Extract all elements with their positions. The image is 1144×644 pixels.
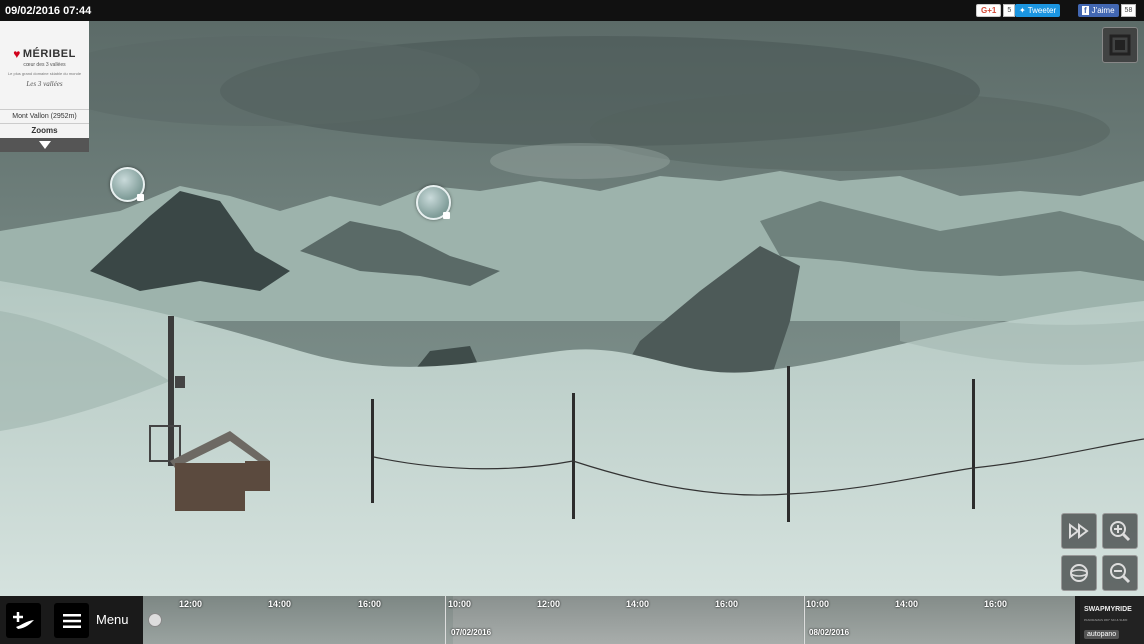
date-label: 08/02/2016 [809,628,850,637]
play-timelapse-icon[interactable] [148,613,162,627]
top-bar: 09/02/2016 07:44 [0,0,1144,21]
time-label[interactable]: 14:00 [895,599,918,609]
facebook-group[interactable]: f J'aime 58 [1078,4,1137,17]
add-favorite-button[interactable] [6,603,41,638]
time-label[interactable]: 14:00 [626,599,649,609]
twitter-group[interactable]: ✦ Tweeter [1015,4,1061,17]
brand-text: MÉRIBEL [22,47,76,60]
day-divider [445,596,446,644]
swapmyride-text: SWAPMYRIDE [1084,606,1132,613]
time-label[interactable]: 10:00 [806,599,829,609]
swapmyride-subtitle: PANORAMAS 360° SKI & SURF [1084,618,1128,622]
fast-forward-icon [1069,523,1089,539]
timeline-strip[interactable]: 12:00 14:00 16:00 10:00 12:00 14:00 16:0… [143,596,1075,644]
facebook-icon: f [1082,6,1089,15]
heart-logo-icon: ♥ [13,46,21,61]
gyroscope-icon [1070,564,1088,582]
brand-name: ♥ MÉRIBEL [13,47,76,61]
day-divider [804,596,805,644]
time-label[interactable]: 12:00 [179,599,202,609]
facebook-count: 58 [1120,4,1137,17]
menu-button[interactable] [54,603,89,638]
resort-logo[interactable]: ♥ MÉRIBEL cœur des 3 vallées Le plus gra… [0,21,89,109]
panorama-image [0,21,1144,596]
zoom-out-icon [1110,563,1131,584]
time-label[interactable]: 12:00 [537,599,560,609]
facebook-like-button[interactable]: f J'aime [1078,4,1119,17]
plus-icon [137,194,144,201]
date-label: 07/02/2016 [451,628,492,637]
brand-tagline: Le plus grand domaine skiable du monde [7,70,82,76]
autopano-badge: autopano [1084,630,1120,639]
time-label[interactable]: 16:00 [715,599,738,609]
time-label[interactable]: 16:00 [984,599,1007,609]
zoom-hotspot-left[interactable] [110,167,145,202]
zooms-label: Zooms [0,123,89,138]
zooms-toggle-button[interactable] [0,138,89,152]
time-label[interactable]: 16:00 [358,599,381,609]
panorama-view[interactable] [0,21,1144,596]
brand-subtitle: cœur des 3 vallées [23,61,66,68]
gplus-button[interactable]: G+1 [976,4,1002,17]
gplus-count: 5 [1003,4,1016,17]
menu-label[interactable]: Menu [96,612,129,627]
fullscreen-icon [1109,34,1131,56]
autoplay-button[interactable] [1061,513,1097,549]
add-bird-icon [12,611,34,629]
gplus-group[interactable]: G+1 5 [976,4,1016,17]
twitter-button[interactable]: ✦ Tweeter [1015,4,1061,17]
time-label[interactable]: 10:00 [448,599,471,609]
capture-datetime: 09/02/2016 07:44 [5,4,92,17]
logo-panel: ♥ MÉRIBEL cœur des 3 vallées Le plus gra… [0,21,89,152]
twitter-label: Tweeter [1027,6,1057,15]
plus-icon [443,212,450,219]
gyroscope-button[interactable] [1061,555,1097,591]
facebook-label: J'aime [1091,6,1115,15]
zoom-in-icon [1110,521,1131,542]
swapmyride-logo[interactable]: SWAPMYRIDE PANORAMAS 360° SKI & SURF aut… [1080,596,1144,644]
zoom-out-button[interactable] [1102,555,1138,591]
partner-logo: Les 3 vallées [26,79,63,88]
zoom-in-button[interactable] [1102,513,1138,549]
chevron-down-icon [38,141,51,149]
camera-location: Mont Vallon (2952m) [0,109,89,123]
time-label[interactable]: 14:00 [268,599,291,609]
fullscreen-button[interactable] [1102,27,1138,63]
twitter-bird-icon: ✦ [1019,6,1026,15]
zoom-hotspot-center[interactable] [416,185,451,220]
bottom-bar: Menu 12:00 14:00 16:00 10:00 12:00 14:00… [0,596,1144,644]
hamburger-icon [62,613,81,628]
